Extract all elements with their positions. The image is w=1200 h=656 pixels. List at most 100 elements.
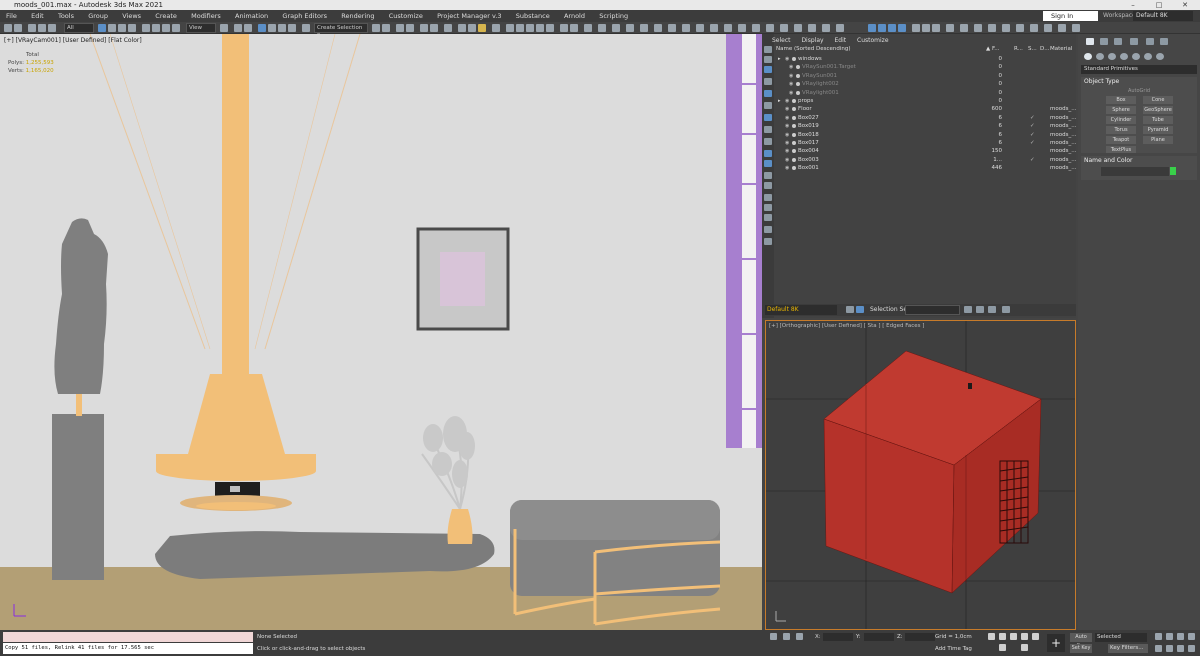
plugin-7-icon[interactable] (780, 24, 788, 32)
next-frame-icon[interactable] (1021, 633, 1028, 640)
display-checkbox[interactable]: ✓ (1030, 131, 1035, 139)
spacewarps-icon[interactable] (1144, 53, 1152, 60)
visibility-eye-icon[interactable]: ◉ (785, 131, 789, 139)
column-d[interactable]: D... (1040, 46, 1049, 52)
material-editor-icon[interactable] (444, 24, 452, 32)
go-to-end-icon[interactable] (1032, 633, 1039, 640)
vray-plane-icon[interactable] (570, 24, 578, 32)
toggle-layer-explorer-icon[interactable] (406, 24, 414, 32)
snaps-toggle-icon[interactable] (258, 24, 266, 32)
angle-snap-icon[interactable] (268, 24, 276, 32)
modify-tab-icon[interactable] (1100, 38, 1108, 45)
plugin-4-icon[interactable] (738, 24, 746, 32)
teapot-button[interactable]: Teapot (1106, 136, 1136, 144)
scene-object-row[interactable]: ◉ VRaylight001 0 (762, 89, 1076, 97)
add-key-button[interactable]: + (1047, 634, 1065, 652)
unlink-icon[interactable] (38, 24, 46, 32)
scene-object-row[interactable]: ◉ VRaySun001.Target 0 (762, 63, 1076, 71)
play-icon[interactable] (1010, 633, 1017, 640)
tool-l-icon[interactable] (1058, 24, 1066, 32)
ortho-viewport[interactable]: [+] [Orthographic] [User Defined] [ Sta … (765, 320, 1076, 630)
railclone-icon[interactable] (682, 24, 690, 32)
sphere-icon[interactable] (626, 24, 634, 32)
vray-fur-icon[interactable] (560, 24, 568, 32)
motion-tab-icon[interactable] (1130, 38, 1138, 45)
visibility-eye-icon[interactable]: ◉ (785, 156, 789, 164)
undo-icon[interactable] (4, 24, 12, 32)
selset-remove-icon[interactable] (976, 306, 984, 313)
vray-sun-icon[interactable] (526, 24, 534, 32)
menu-rendering[interactable]: Rendering (335, 10, 380, 22)
cloud-icon[interactable] (612, 24, 620, 32)
vray-proxy-icon[interactable] (546, 24, 554, 32)
window-crossing-icon[interactable] (128, 24, 136, 32)
pyramid-button[interactable]: Pyramid (1143, 126, 1173, 134)
tube-button[interactable]: Tube (1143, 116, 1173, 124)
spinner-snap-icon[interactable] (288, 24, 296, 32)
hierarchy-tab-icon[interactable] (1114, 38, 1122, 45)
visibility-eye-icon[interactable]: ◉ (789, 72, 793, 80)
scene-object-row[interactable]: ◉ VRaylight002 0 (762, 80, 1076, 88)
column-s[interactable]: S... (1028, 46, 1037, 52)
plugin-9-icon[interactable] (808, 24, 816, 32)
visibility-eye-icon[interactable]: ◉ (785, 164, 789, 172)
tool-d-icon[interactable] (946, 24, 954, 32)
object-name-input[interactable] (1101, 167, 1169, 176)
vray-toolbar-icon[interactable] (506, 24, 514, 32)
go-to-start-icon[interactable] (988, 633, 995, 640)
se-menu-select[interactable]: Select (772, 37, 791, 44)
tool-e-icon[interactable] (960, 24, 968, 32)
systems-icon[interactable] (1156, 53, 1164, 60)
scene-object-row[interactable]: ◉ Floor 600 moods_... (762, 105, 1076, 113)
plugin-10-icon[interactable] (822, 24, 830, 32)
column-faces[interactable]: ▲ F... (986, 46, 1000, 52)
render-interactive-icon[interactable] (598, 24, 606, 32)
cone-button[interactable]: Cone (1143, 96, 1173, 104)
zoom-all-icon[interactable] (1166, 633, 1173, 640)
select-object-icon[interactable] (98, 24, 106, 32)
visibility-eye-icon[interactable]: ◉ (785, 105, 789, 113)
scene-object-row[interactable]: ▸ ◉ windows 0 (762, 55, 1076, 63)
sphere-button[interactable]: Sphere (1106, 106, 1136, 114)
tool-g-icon[interactable] (988, 24, 996, 32)
sign-in-button[interactable]: Sign In (1043, 11, 1098, 21)
box-button[interactable]: Box (1106, 96, 1136, 104)
column-name[interactable]: Name (Sorted Descending) (776, 46, 851, 52)
se-menu-display[interactable]: Display (801, 37, 823, 44)
sort-layers-icon[interactable] (856, 306, 864, 313)
tool-i-icon[interactable] (1016, 24, 1024, 32)
filter-funnel-icon[interactable] (1002, 306, 1010, 313)
expand-icon[interactable]: ▸ (778, 97, 781, 105)
plugin-11-icon[interactable] (836, 24, 844, 32)
zoom-extents-all-icon[interactable] (1188, 633, 1195, 640)
object-color-swatch[interactable] (1170, 167, 1176, 175)
time-config-icon[interactable] (1021, 644, 1028, 651)
link-icon[interactable] (28, 24, 36, 32)
visibility-eye-icon[interactable]: ◉ (789, 63, 793, 71)
scene-object-row[interactable]: ◉ Box004 150 moods_... (762, 147, 1076, 155)
toggle-scene-explorer-icon[interactable] (396, 24, 404, 32)
visibility-eye-icon[interactable]: ◉ (785, 139, 789, 147)
display-all-icon[interactable] (764, 194, 772, 201)
scene-object-row[interactable]: ◉ Box019 6 ✓ moods_... (762, 122, 1076, 130)
redo-icon[interactable] (14, 24, 22, 32)
utilities-tab-icon[interactable] (1160, 38, 1168, 45)
edit-named-selection-icon[interactable] (302, 24, 310, 32)
forest-icon[interactable] (668, 24, 676, 32)
zoom-extents-icon[interactable] (1177, 633, 1184, 640)
plugin-5-icon[interactable] (752, 24, 760, 32)
mirror-icon[interactable] (372, 24, 380, 32)
placement-icon[interactable] (172, 24, 180, 32)
maximize-viewport-icon[interactable] (1188, 645, 1195, 652)
tool-k-icon[interactable] (1044, 24, 1052, 32)
layout-1-icon[interactable] (868, 24, 876, 32)
menu-modifiers[interactable]: Modifiers (185, 10, 227, 22)
key-selection-dropdown[interactable]: Selected (1095, 633, 1147, 642)
selection-set-dropdown[interactable] (905, 305, 960, 315)
tool-h-icon[interactable] (1002, 24, 1010, 32)
select-manipulate-icon[interactable] (234, 24, 242, 32)
render-in-cloud-icon[interactable] (492, 24, 500, 32)
sync-selection-icon[interactable] (764, 226, 772, 233)
display-hidden-icon[interactable] (764, 182, 772, 189)
invert-display-icon[interactable] (764, 214, 772, 221)
